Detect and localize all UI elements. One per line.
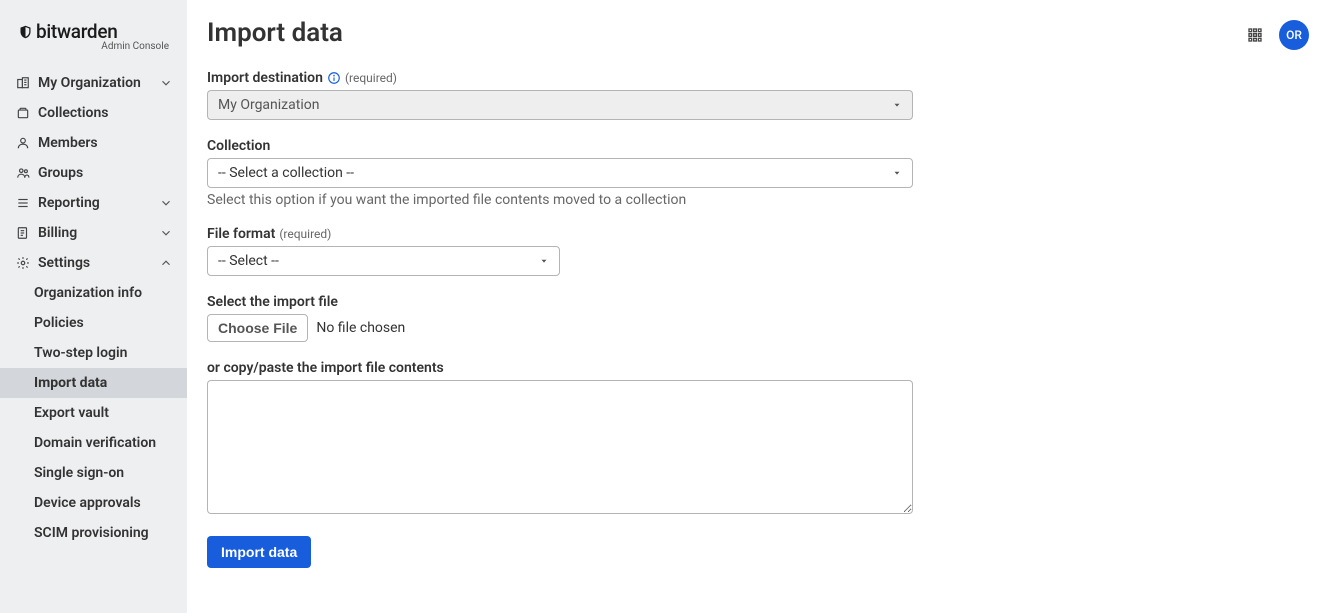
caret-down-icon bbox=[892, 100, 902, 110]
paste-textarea[interactable] bbox=[207, 380, 913, 514]
collection-icon bbox=[16, 106, 30, 120]
page-title: Import data bbox=[207, 18, 1309, 48]
gear-icon bbox=[16, 256, 30, 270]
subnav-single-sign-on[interactable]: Single sign-on bbox=[0, 458, 187, 488]
subnav-export-vault[interactable]: Export vault bbox=[0, 398, 187, 428]
field-collection: Collection -- Select a collection -- Sel… bbox=[207, 138, 1309, 208]
member-icon bbox=[16, 136, 30, 150]
subnav-label: Domain verification bbox=[34, 435, 156, 451]
format-select[interactable]: -- Select -- bbox=[207, 246, 560, 276]
format-label: File format bbox=[207, 226, 275, 242]
nav-item-my-organization[interactable]: My Organization bbox=[0, 68, 187, 98]
import-data-button[interactable]: Import data bbox=[207, 536, 311, 568]
shield-icon bbox=[18, 23, 33, 41]
avatar[interactable]: OR bbox=[1279, 20, 1309, 50]
subnav-label: Export vault bbox=[34, 405, 109, 421]
brand-name: bitwarden bbox=[36, 20, 118, 43]
file-status: No file chosen bbox=[316, 320, 405, 336]
subnav-label: Organization info bbox=[34, 285, 142, 301]
logo-block: bitwarden Admin Console bbox=[0, 14, 187, 62]
subnav-label: Single sign-on bbox=[34, 465, 124, 481]
nav-item-label: Reporting bbox=[38, 195, 100, 211]
nav-item-label: Collections bbox=[38, 105, 108, 121]
settings-subnav: Organization info Policies Two-step logi… bbox=[0, 278, 187, 548]
avatar-initials: OR bbox=[1286, 28, 1302, 42]
main-content: OR Import data Import destination (requi… bbox=[187, 0, 1329, 613]
collection-hint: Select this option if you want the impor… bbox=[207, 192, 1309, 208]
group-icon bbox=[16, 166, 30, 180]
billing-icon bbox=[16, 226, 30, 240]
nav-item-members[interactable]: Members bbox=[0, 128, 187, 158]
destination-label: Import destination bbox=[207, 70, 323, 86]
format-value: -- Select -- bbox=[218, 253, 279, 269]
subnav-label: SCIM provisioning bbox=[34, 525, 149, 541]
subnav-label: Policies bbox=[34, 315, 84, 331]
reporting-icon bbox=[16, 196, 30, 210]
subnav-two-step-login[interactable]: Two-step login bbox=[0, 338, 187, 368]
nav-item-collections[interactable]: Collections bbox=[0, 98, 187, 128]
choose-file-button[interactable]: Choose File bbox=[207, 314, 308, 342]
apps-grid-icon[interactable] bbox=[1247, 27, 1263, 43]
required-label: (required) bbox=[279, 227, 331, 241]
org-icon bbox=[16, 76, 30, 90]
nav-item-label: Billing bbox=[38, 225, 77, 241]
nav-item-label: My Organization bbox=[38, 75, 141, 91]
nav-item-settings[interactable]: Settings bbox=[0, 248, 187, 278]
collection-value: -- Select a collection -- bbox=[218, 165, 354, 181]
subnav-scim-provisioning[interactable]: SCIM provisioning bbox=[0, 518, 187, 548]
field-file-format: File format (required) -- Select -- bbox=[207, 226, 1309, 276]
field-paste-contents: or copy/paste the import file contents bbox=[207, 360, 1309, 518]
field-select-file: Select the import file Choose File No fi… bbox=[207, 294, 1309, 342]
subnav-domain-verification[interactable]: Domain verification bbox=[0, 428, 187, 458]
header-actions: OR bbox=[1247, 20, 1309, 50]
sidebar: bitwarden Admin Console My Organization … bbox=[0, 0, 187, 613]
nav-item-billing[interactable]: Billing bbox=[0, 218, 187, 248]
subnav-device-approvals[interactable]: Device approvals bbox=[0, 488, 187, 518]
chevron-down-icon bbox=[159, 196, 173, 210]
paste-label: or copy/paste the import file contents bbox=[207, 360, 444, 376]
subnav-policies[interactable]: Policies bbox=[0, 308, 187, 338]
destination-value: My Organization bbox=[218, 97, 319, 113]
required-label: (required) bbox=[345, 71, 397, 85]
subnav-label: Device approvals bbox=[34, 495, 141, 511]
nav-item-label: Members bbox=[38, 135, 98, 151]
nav-list: My Organization Collections Members Grou… bbox=[0, 68, 187, 548]
field-import-destination: Import destination (required) My Organiz… bbox=[207, 70, 1309, 120]
subnav-import-data[interactable]: Import data bbox=[0, 368, 187, 398]
destination-select[interactable]: My Organization bbox=[207, 90, 913, 120]
collection-label: Collection bbox=[207, 138, 270, 154]
chevron-up-icon bbox=[159, 256, 173, 270]
subnav-organization-info[interactable]: Organization info bbox=[0, 278, 187, 308]
nav-item-label: Settings bbox=[38, 255, 90, 271]
nav-item-label: Groups bbox=[38, 165, 83, 181]
subnav-label: Import data bbox=[34, 375, 107, 391]
chevron-down-icon bbox=[159, 226, 173, 240]
nav-item-groups[interactable]: Groups bbox=[0, 158, 187, 188]
caret-down-icon bbox=[892, 168, 902, 178]
nav-item-reporting[interactable]: Reporting bbox=[0, 188, 187, 218]
chevron-down-icon bbox=[159, 76, 173, 90]
subnav-label: Two-step login bbox=[34, 345, 127, 361]
caret-down-icon bbox=[539, 256, 549, 266]
info-icon[interactable] bbox=[327, 71, 341, 85]
file-label: Select the import file bbox=[207, 294, 338, 310]
collection-select[interactable]: -- Select a collection -- bbox=[207, 158, 913, 188]
